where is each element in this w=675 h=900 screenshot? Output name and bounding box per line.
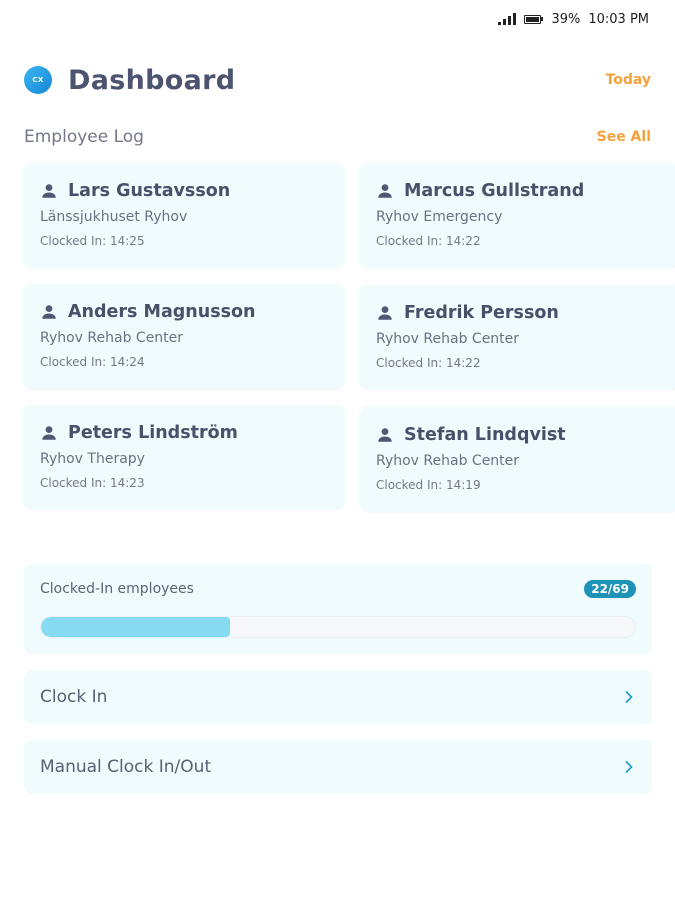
clocked-in-label: Clocked-In employees bbox=[40, 581, 194, 597]
employee-location: Ryhov Rehab Center bbox=[376, 453, 520, 469]
employee-card[interactable]: Lars Gustavsson Länssjukhuset Ryhov Cloc… bbox=[24, 163, 344, 267]
employee-name: Lars Gustavsson bbox=[68, 181, 231, 201]
employee-clock-time: Clocked In: 14:19 bbox=[376, 478, 481, 492]
employee-clock-time: Clocked In: 14:23 bbox=[40, 476, 145, 490]
person-icon bbox=[378, 428, 392, 442]
employee-card[interactable]: Anders Magnusson Ryhov Rehab Center Cloc… bbox=[24, 284, 344, 388]
battery-icon bbox=[524, 14, 544, 24]
manual-clock-label: Manual Clock In/Out bbox=[40, 757, 212, 777]
header: CX Dashboard Today bbox=[24, 60, 651, 100]
employee-clock-time: Clocked In: 14:22 bbox=[376, 356, 481, 370]
employee-name: Stefan Lindqvist bbox=[404, 425, 566, 445]
today-link[interactable]: Today bbox=[606, 72, 651, 88]
clocked-in-count-badge: 22/69 bbox=[584, 580, 636, 598]
status-time: 10:03 PM bbox=[588, 11, 649, 27]
status-bar: 39% 10:03 PM bbox=[498, 8, 649, 30]
clocked-in-summary: Clocked-In employees 22/69 bbox=[24, 564, 652, 654]
person-icon bbox=[42, 305, 56, 319]
employee-clock-time: Clocked In: 14:22 bbox=[376, 234, 481, 248]
signal-icon bbox=[498, 13, 517, 25]
employee-name: Marcus Gullstrand bbox=[404, 181, 585, 201]
clocked-in-progress-fill bbox=[41, 617, 231, 637]
section-title: Employee Log bbox=[24, 127, 144, 147]
employee-card[interactable]: Peters Lindström Ryhov Therapy Clocked I… bbox=[24, 405, 344, 509]
page-title: Dashboard bbox=[68, 64, 236, 96]
employee-clock-time: Clocked In: 14:24 bbox=[40, 355, 145, 369]
person-icon bbox=[378, 184, 392, 198]
employee-name: Anders Magnusson bbox=[68, 302, 256, 322]
employee-log-header: Employee Log See All bbox=[24, 124, 651, 150]
employee-location: Ryhov Rehab Center bbox=[40, 330, 184, 346]
employee-location: Ryhov Therapy bbox=[40, 451, 145, 467]
employee-card[interactable]: Marcus Gullstrand Ryhov Emergency Clocke… bbox=[360, 163, 675, 267]
person-icon bbox=[378, 306, 392, 320]
battery-percent: 39% bbox=[551, 11, 581, 27]
employee-location: Ryhov Emergency bbox=[376, 209, 503, 225]
person-icon bbox=[42, 426, 56, 440]
manual-clock-button[interactable]: Manual Clock In/Out bbox=[24, 740, 652, 794]
employee-card[interactable]: Stefan Lindqvist Ryhov Rehab Center Cloc… bbox=[360, 407, 675, 511]
employee-card[interactable]: Fredrik Persson Ryhov Rehab Center Clock… bbox=[360, 285, 675, 389]
clock-in-label: Clock In bbox=[40, 687, 108, 707]
see-all-link[interactable]: See All bbox=[597, 129, 651, 145]
chevron-right-icon bbox=[625, 691, 633, 703]
app-logo[interactable]: CX bbox=[24, 66, 52, 94]
employee-location: Länssjukhuset Ryhov bbox=[40, 209, 188, 225]
employee-name: Fredrik Persson bbox=[404, 303, 559, 323]
chevron-right-icon bbox=[625, 761, 633, 773]
employee-location: Ryhov Rehab Center bbox=[376, 331, 520, 347]
employee-clock-time: Clocked In: 14:25 bbox=[40, 234, 145, 248]
employee-name: Peters Lindström bbox=[68, 423, 238, 443]
clock-in-button[interactable]: Clock In bbox=[24, 670, 652, 724]
clocked-in-progress-bar bbox=[40, 616, 636, 638]
person-icon bbox=[42, 184, 56, 198]
